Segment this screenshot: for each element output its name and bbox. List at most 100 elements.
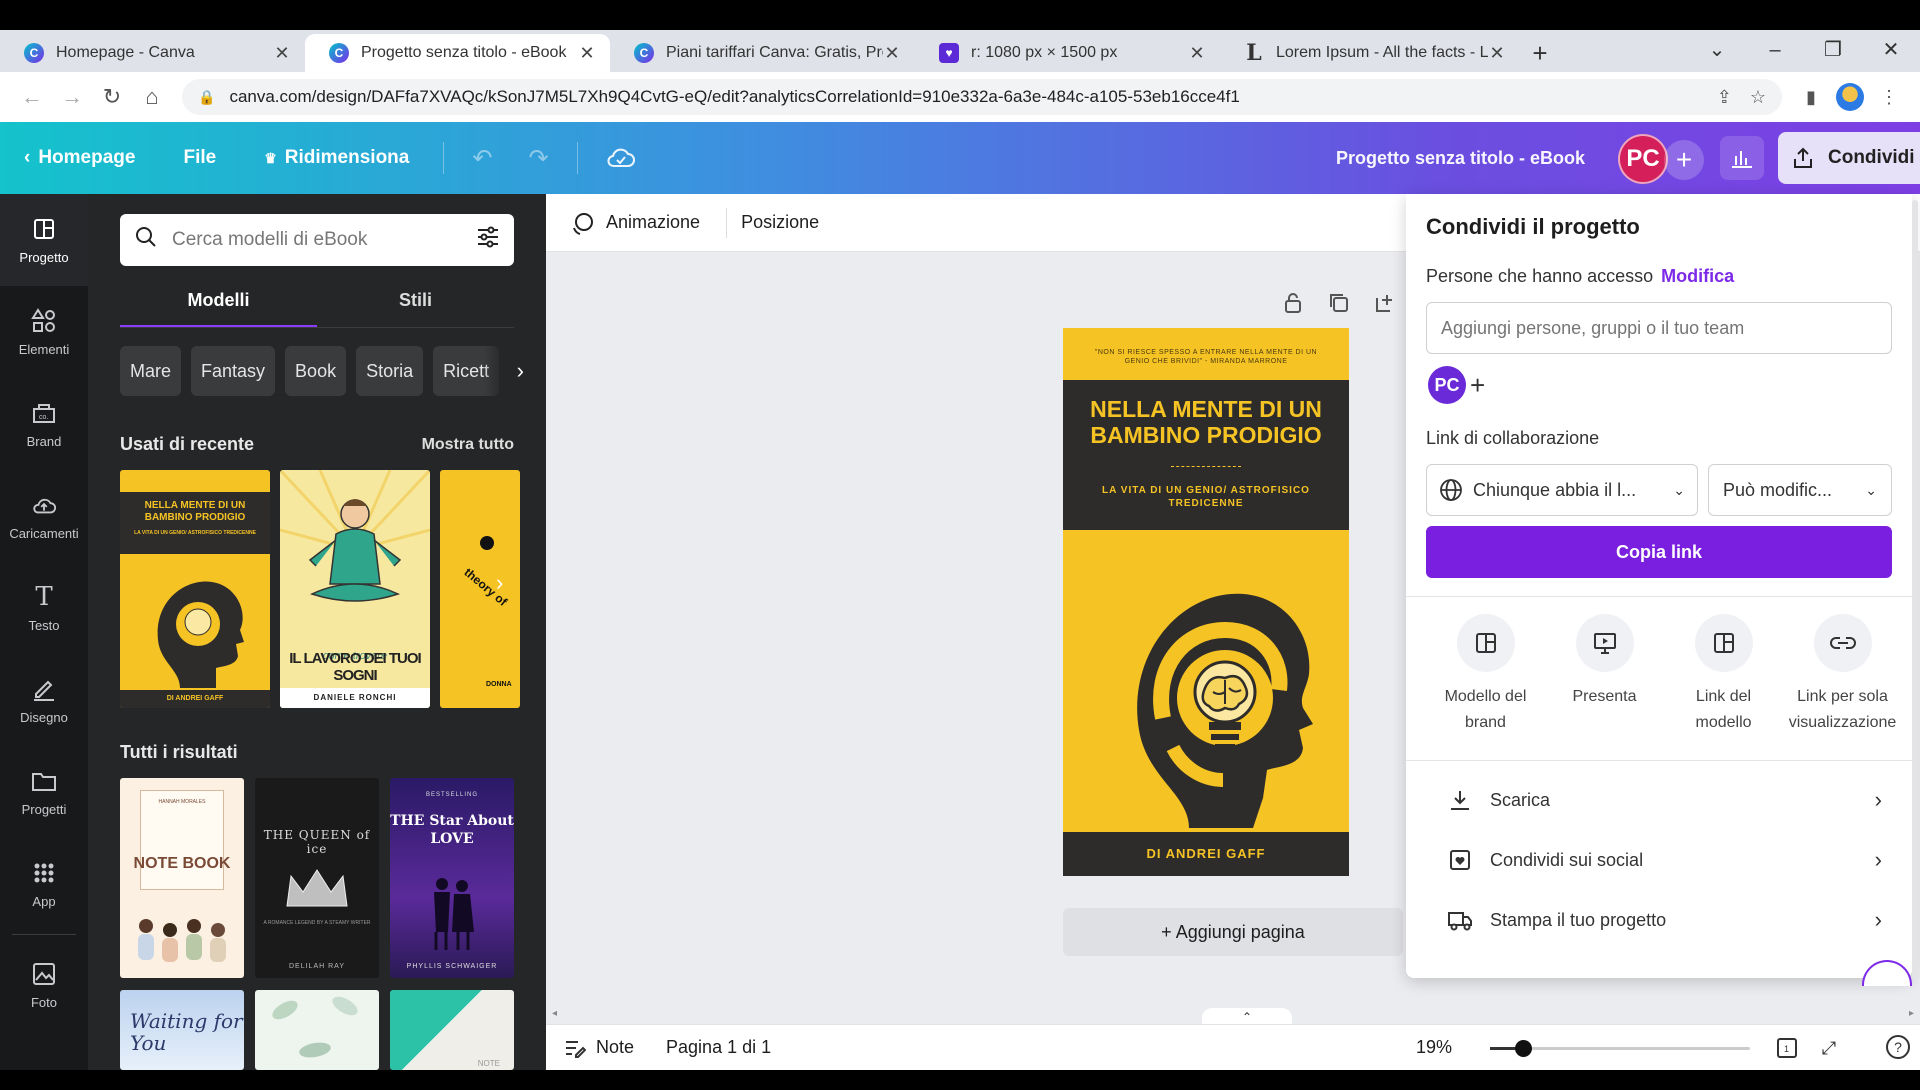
fullscreen-icon[interactable]: ⤢ (1816, 1035, 1842, 1061)
download-row[interactable]: Scarica › (1426, 772, 1892, 828)
home-icon[interactable]: ⌂ (132, 84, 172, 110)
zoom-percentage[interactable]: 19% (1416, 1037, 1452, 1058)
add-page-icon[interactable] (1372, 290, 1398, 316)
profile-avatar[interactable] (1836, 83, 1864, 111)
document-title[interactable]: Progetto senza titolo - eBook (1336, 148, 1585, 169)
rail-item-progetto[interactable]: Progetto (0, 194, 88, 286)
scroll-left-icon[interactable]: ◂ (552, 1008, 557, 1019)
chip-book[interactable]: Book (285, 346, 347, 396)
template-search-input[interactable]: Cerca modelli di eBook (120, 214, 514, 266)
resize-button[interactable]: ♛ Ridimensiona (240, 147, 433, 169)
rail-item-progetti[interactable]: Progetti (0, 746, 88, 838)
lock-icon[interactable]: 🔒 (198, 89, 215, 106)
template-link-option[interactable]: Link del modello (1664, 614, 1783, 736)
ebook-cover-page[interactable]: "NON SI RIESCE SPESSO A ENTRARE NELLA ME… (1063, 328, 1349, 876)
recent-template-thumb[interactable]: theory of DONNA (440, 470, 520, 708)
couple-silhouette-illustration (434, 878, 474, 950)
rail-item-foto[interactable]: Foto (0, 939, 88, 1031)
result-template-thumb[interactable]: BESTSELLING THE Star About LOVE PHYLLIS … (390, 778, 514, 978)
view-only-link-option[interactable]: Link per sola visualizzazione (1783, 614, 1902, 736)
carousel-next-icon[interactable]: › (496, 570, 503, 596)
new-tab-button[interactable]: + (1520, 34, 1560, 72)
rail-item-elementi[interactable]: Elementi (0, 286, 88, 378)
rail-item-testo[interactable]: T Testo (0, 562, 88, 654)
tab-modelli[interactable]: Modelli (120, 286, 317, 328)
close-tab-icon[interactable]: ✕ (1488, 43, 1506, 64)
divider (12, 934, 76, 935)
close-tab-icon[interactable]: ✕ (273, 43, 291, 64)
address-bar[interactable]: 🔒 canva.com/design/DAFfa7XVAQc/kSonJ7M5L… (182, 79, 1782, 115)
link-permission-select[interactable]: Può modific... ⌄ (1708, 464, 1892, 516)
rail-item-app[interactable]: App (0, 838, 88, 930)
bookmark-star-icon[interactable]: ☆ (1750, 87, 1766, 108)
duplicate-page-icon[interactable] (1326, 290, 1352, 316)
help-icon[interactable]: ? (1886, 1035, 1910, 1059)
edit-access-link[interactable]: Modifica (1661, 266, 1734, 286)
browser-tab[interactable]: ♥ r: 1080 px × 1500 px ✕ (915, 34, 1220, 72)
print-project-row[interactable]: Stampa il tuo progetto › (1426, 892, 1892, 948)
close-tab-icon[interactable]: ✕ (1188, 43, 1206, 64)
page-view-icon[interactable]: 1 (1774, 1035, 1800, 1061)
chip-storia[interactable]: Storia (356, 346, 424, 396)
rail-item-caricamenti[interactable]: Caricamenti (0, 470, 88, 562)
rail-item-disegno[interactable]: Disegno (0, 654, 88, 746)
link-scope-select[interactable]: Chiunque abbia il l... ⌄ (1426, 464, 1698, 516)
browser-tab[interactable]: L Lorem Ipsum - All the facts - Lips ✕ (1220, 34, 1520, 72)
owner-avatar[interactable]: PC (1428, 366, 1466, 404)
file-menu-button[interactable]: File (159, 147, 240, 169)
side-panel-icon[interactable]: ▮ (1792, 87, 1830, 108)
back-homepage-button[interactable]: ‹ Homepage (0, 147, 159, 169)
collaborator-avatar[interactable]: PC (1618, 134, 1668, 184)
filter-sliders-icon[interactable] (476, 226, 500, 254)
lock-page-icon[interactable] (1280, 290, 1306, 316)
browser-tab[interactable]: C Homepage - Canva ✕ (0, 34, 305, 72)
result-template-thumb[interactable]: NOTE (390, 990, 514, 1070)
chip-fantasy[interactable]: Fantasy (191, 346, 276, 396)
result-template-thumb[interactable]: THE QUEEN of ice A ROMANCE LEGEND BY A S… (255, 778, 379, 978)
zoom-slider[interactable] (1490, 1040, 1750, 1057)
reload-icon[interactable]: ↻ (92, 84, 132, 110)
browser-tab[interactable]: C Piani tariffari Canva: Gratis, Pro e ✕ (610, 34, 915, 72)
result-template-thumb[interactable]: HANNAH MORALES NOTE BOOK (120, 778, 244, 978)
recent-template-thumb[interactable]: come trovare IL LAVORO DEI TUOI SOGNI DA… (280, 470, 430, 708)
share-page-icon[interactable]: ⇪ (1717, 87, 1732, 108)
left-rail: Progetto Elementi co. Brand Caricamenti … (0, 194, 88, 1070)
page-indicator[interactable]: Pagina 1 di 1 (666, 1037, 771, 1058)
brand-template-option[interactable]: Modello del brand (1426, 614, 1545, 736)
scroll-right-icon[interactable]: ▸ (1909, 1008, 1914, 1019)
tab-stili[interactable]: Stili (317, 286, 514, 328)
undo-icon[interactable]: ↶ (454, 144, 510, 173)
chevron-right-icon: › (1874, 787, 1882, 812)
copy-link-button[interactable]: Copia link (1426, 526, 1892, 578)
rail-item-brand[interactable]: co. Brand (0, 378, 88, 470)
add-page-button[interactable]: + Aggiungi pagina (1063, 908, 1403, 956)
share-button[interactable]: Condividi (1778, 132, 1920, 184)
add-collaborator-icon[interactable]: + (1470, 370, 1485, 401)
present-option[interactable]: Presenta (1545, 614, 1664, 736)
share-social-row[interactable]: Condividi sui social › (1426, 832, 1892, 888)
invite-plus-button[interactable]: + (1664, 140, 1704, 180)
divider (120, 327, 514, 328)
close-tab-icon[interactable]: ✕ (578, 43, 596, 64)
zoom-slider-handle[interactable] (1514, 1040, 1532, 1057)
insights-button[interactable] (1720, 136, 1764, 180)
show-all-link[interactable]: Mostra tutto (422, 436, 514, 454)
position-button[interactable]: Posizione (735, 212, 837, 233)
browser-menu-icon[interactable]: ⋮ (1870, 87, 1908, 108)
forward-icon[interactable]: → (52, 84, 92, 110)
notes-button[interactable]: Note (564, 1037, 634, 1058)
result-template-thumb[interactable] (255, 990, 379, 1070)
add-people-input[interactable] (1426, 302, 1892, 354)
thumb-title: NOTE BOOK (133, 855, 231, 872)
chip-mare[interactable]: Mare (120, 346, 182, 396)
dialog-scrollbar[interactable] (1912, 200, 1918, 980)
browser-tab-active[interactable]: C Progetto senza titolo - eBook ✕ (305, 34, 610, 72)
recent-template-thumb[interactable]: NELLA MENTE DI UN BAMBINO PRODIGIO LA VI… (120, 470, 270, 708)
close-tab-icon[interactable]: ✕ (883, 43, 901, 64)
result-template-thumb[interactable]: Waiting for You (120, 990, 244, 1070)
back-icon[interactable]: ← (12, 84, 52, 110)
cloud-saved-icon[interactable] (588, 146, 654, 170)
chips-next-icon[interactable]: › (484, 346, 524, 396)
animation-button[interactable]: Animazione (564, 210, 718, 236)
redo-icon[interactable]: ↷ (510, 144, 566, 173)
